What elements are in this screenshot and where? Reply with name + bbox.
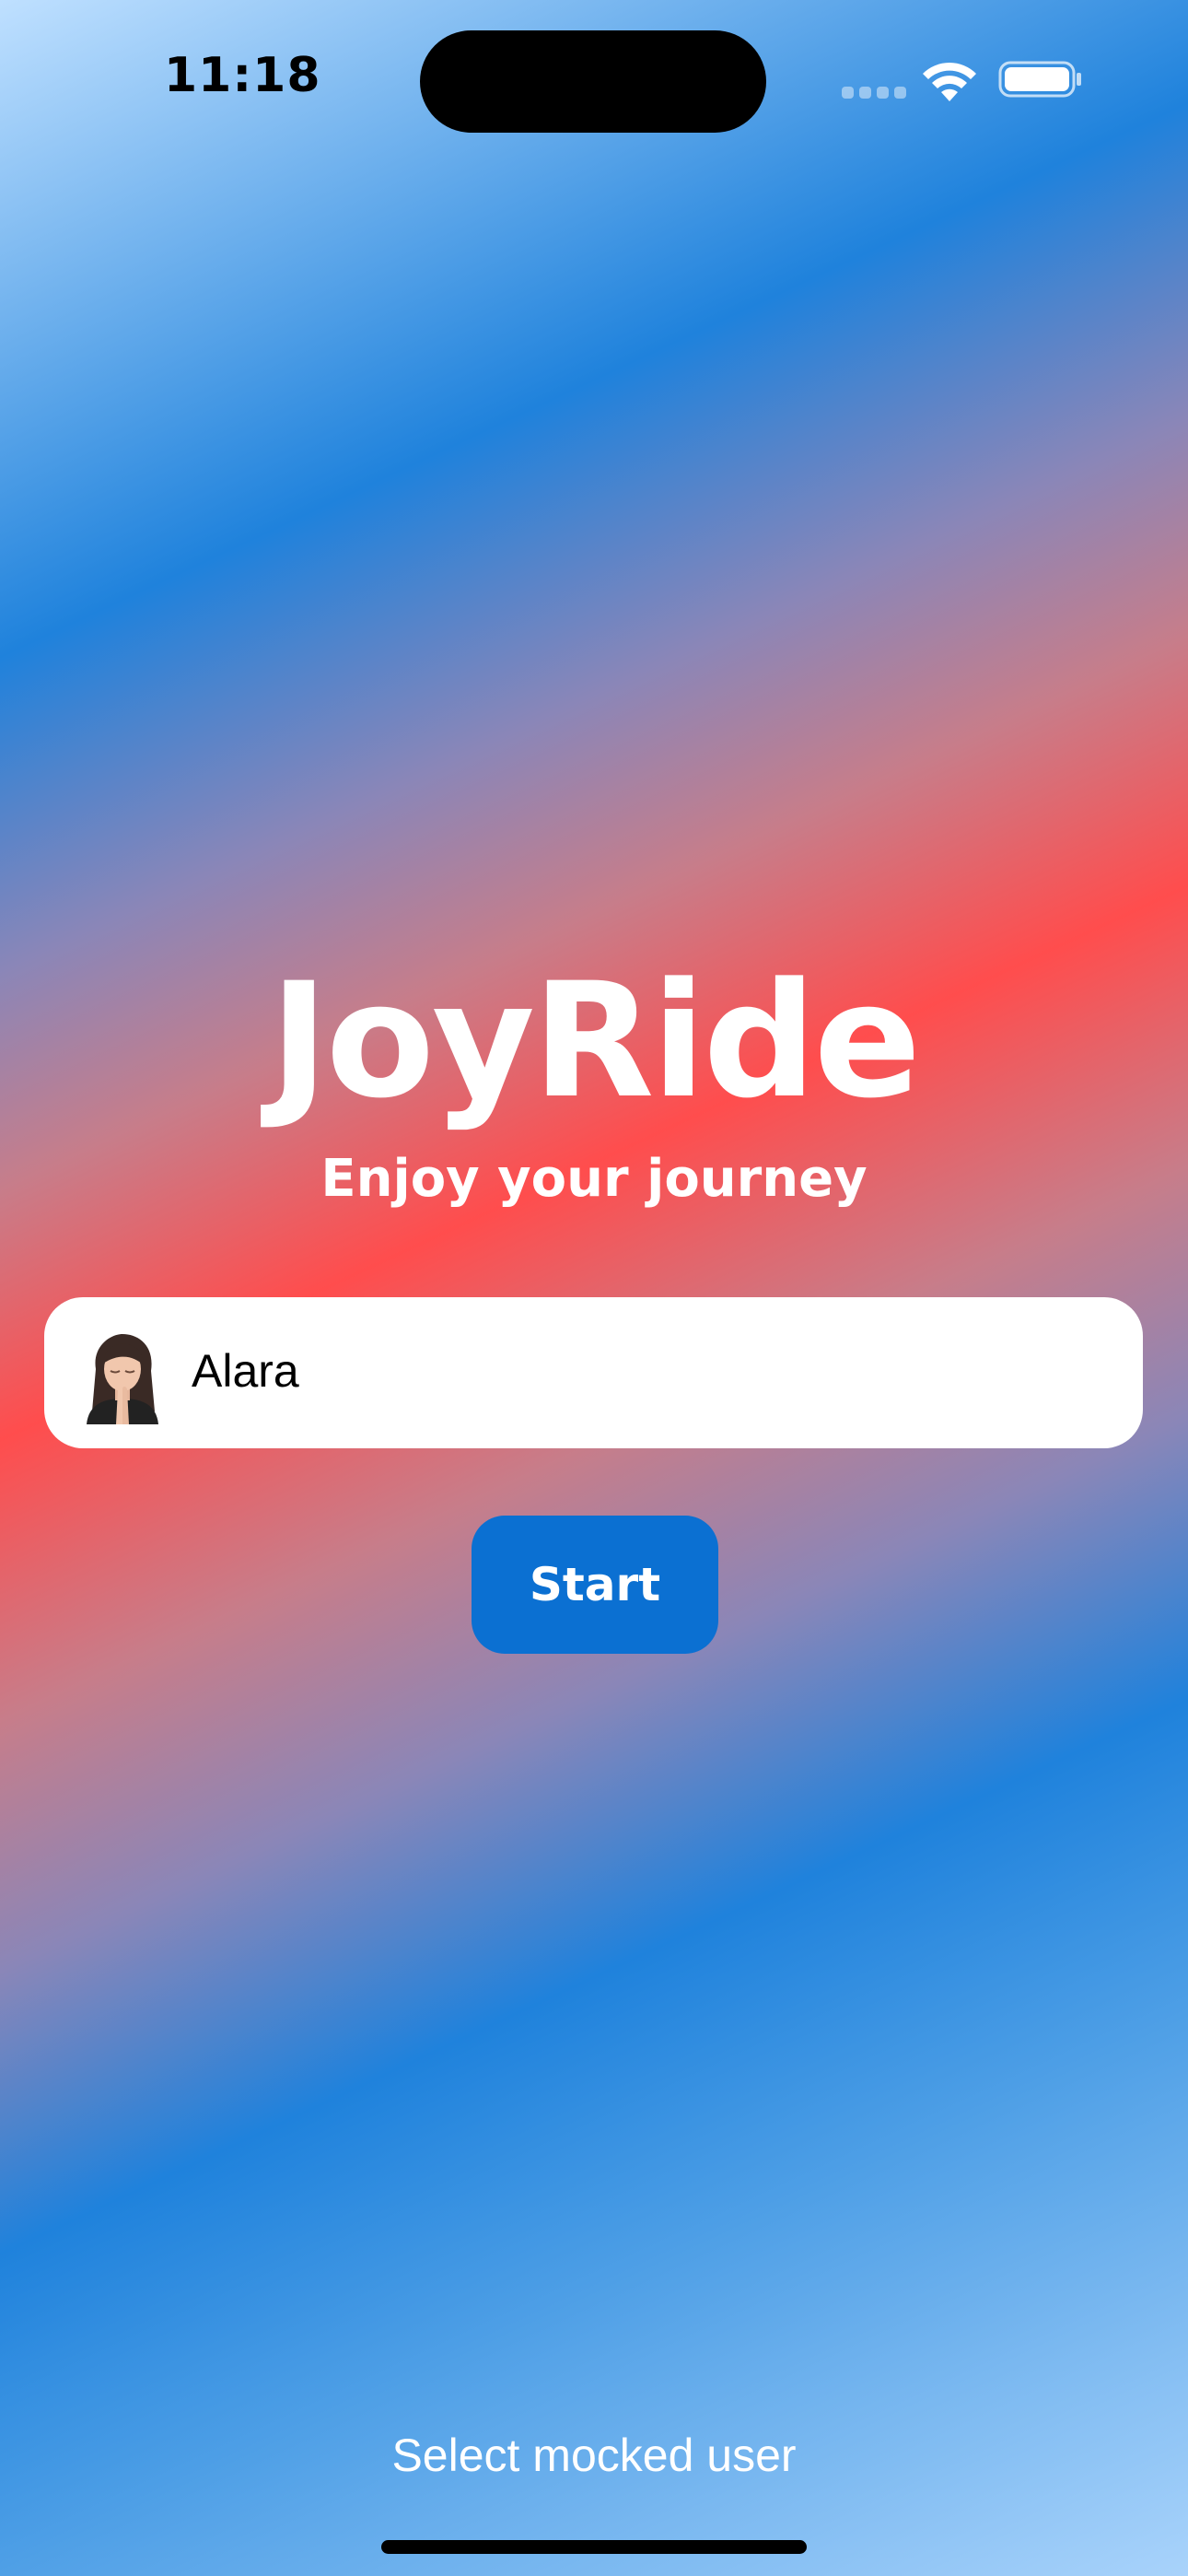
cellular-signal-icon bbox=[842, 87, 906, 101]
user-selector-field[interactable]: Alara bbox=[44, 1297, 1143, 1448]
home-indicator[interactable] bbox=[381, 2540, 807, 2554]
battery-icon bbox=[998, 61, 1081, 98]
dynamic-island bbox=[420, 30, 766, 133]
app-subtitle: Enjoy your journey bbox=[320, 1149, 868, 1209]
app-title: JoyRide bbox=[269, 948, 921, 1133]
start-button[interactable]: Start bbox=[472, 1516, 718, 1654]
wifi-icon bbox=[923, 62, 976, 101]
status-time: 11:18 bbox=[164, 48, 321, 103]
selected-user-name: Alara bbox=[192, 1345, 299, 1397]
status-bar: 11:18 bbox=[0, 0, 1188, 157]
memoji-avatar-icon bbox=[87, 1334, 158, 1424]
select-mocked-user-link[interactable]: Select mocked user bbox=[0, 2423, 1188, 2488]
